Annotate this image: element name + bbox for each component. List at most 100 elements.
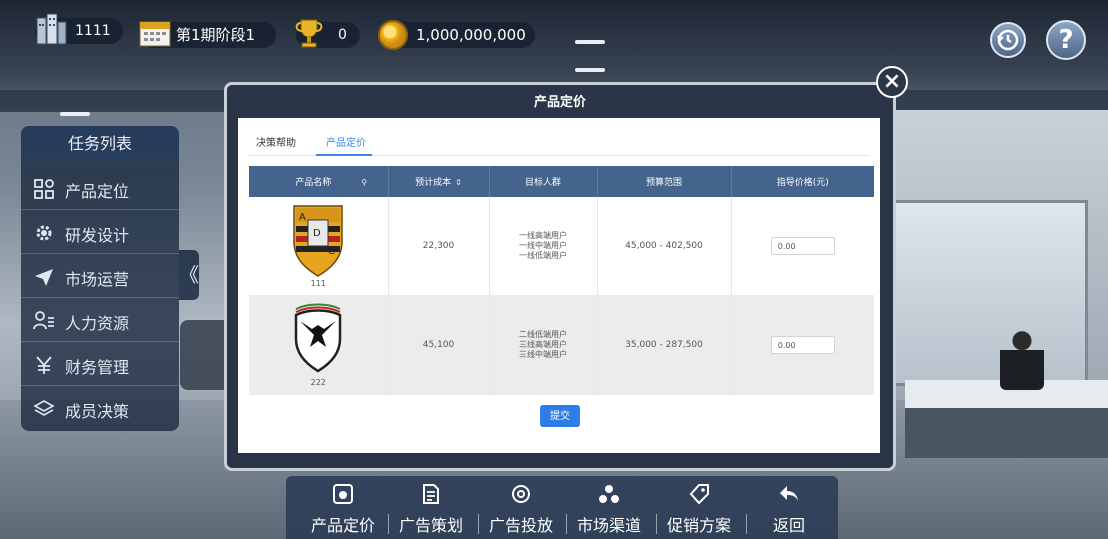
help-button[interactable]: ? — [1046, 20, 1086, 60]
price-cell — [731, 295, 874, 395]
tab-product-pricing[interactable]: 产品定价 — [326, 134, 366, 149]
svg-text:C: C — [328, 246, 335, 257]
guide-price-input[interactable] — [770, 336, 835, 354]
sidebar-item-label: 研发设计 — [65, 226, 130, 245]
yen-icon — [36, 356, 52, 374]
desk-base — [905, 408, 1108, 458]
toolbar-label: 促销方案 — [666, 516, 731, 535]
paper-plane-icon — [35, 269, 53, 286]
tab-decision-help[interactable]: 决策帮助 — [256, 134, 296, 149]
money-amount: 1,000,000,000 — [416, 26, 526, 44]
history-button[interactable] — [990, 22, 1026, 58]
sidebar-item-member-decision[interactable]: 成员决策 — [21, 386, 179, 430]
sidebar-item-product-positioning[interactable]: 产品定位 — [21, 166, 179, 210]
svg-text:D: D — [313, 228, 321, 239]
office-worker — [1000, 330, 1044, 390]
column-header-budget: 预算范围 — [597, 166, 732, 197]
sidebar-item-label: 财务管理 — [65, 358, 130, 377]
close-icon: × — [882, 69, 902, 94]
column-header-guide-price: 指导价格(元) — [731, 166, 874, 197]
toolbar-label: 广告策划 — [398, 516, 463, 535]
sidebar-item-label: 市场运营 — [65, 270, 130, 289]
target-segment: 三线中端用户 — [519, 350, 567, 359]
company-badge: 1111 — [35, 13, 123, 45]
toolbar-label: 产品定价 — [310, 516, 375, 535]
close-button[interactable]: × — [876, 66, 908, 98]
search-icon[interactable]: ⚲ — [361, 178, 367, 187]
cost-cell: 45,100 — [388, 295, 490, 395]
crest-logo-icon: A D C — [293, 205, 343, 277]
product-name: 222 — [310, 378, 326, 387]
dialog-title: 产品定价 — [533, 95, 586, 110]
help-icon: ? — [1058, 25, 1074, 55]
period-badge: 第1期阶段1 — [139, 21, 276, 48]
back-arrow-icon — [780, 486, 798, 501]
submit-button[interactable]: 提交 — [540, 405, 580, 427]
guide-price-input[interactable] — [770, 237, 835, 255]
sidebar-item-finance[interactable]: 财务管理 — [21, 342, 179, 386]
ceiling-light — [60, 112, 90, 116]
history-icon — [997, 29, 1019, 51]
channels-icon — [599, 485, 619, 503]
person-list-icon — [33, 311, 54, 330]
eagle-shield-icon — [295, 303, 342, 373]
calendar-icon — [139, 21, 171, 47]
target-segment: 一线高端用户 — [519, 231, 567, 240]
price-tag-icon — [333, 484, 353, 504]
sort-icon[interactable]: ⇕ — [455, 178, 462, 187]
column-header-product-name[interactable]: 产品名称 ⚲ — [249, 166, 389, 197]
product-cell: A D C 111 — [249, 197, 389, 295]
trophy-count: 0 — [338, 27, 347, 43]
coin-icon — [378, 20, 408, 50]
gear-icon — [36, 225, 52, 241]
column-header-target: 目标人群 — [489, 166, 598, 197]
sidebar-title: 任务列表 — [21, 126, 179, 162]
budget-cell: 45,000 - 402,500 — [597, 197, 732, 295]
column-header-cost[interactable]: 预计成本 ⇕ — [388, 166, 490, 197]
toolbar-label: 返回 — [772, 516, 805, 535]
document-icon — [423, 484, 439, 504]
toolbar-promotion[interactable]: 促销方案 — [654, 476, 744, 539]
target-icon — [512, 485, 530, 503]
toolbar-back[interactable]: 返回 — [744, 476, 834, 539]
toolbar-market-channel[interactable]: 市场渠道 — [564, 476, 654, 539]
toolbar-ad-placement[interactable]: 广告投放 — [476, 476, 566, 539]
toolbar-label: 广告投放 — [488, 516, 553, 535]
toolbar-ad-planning[interactable]: 广告策划 — [386, 476, 476, 539]
task-sidebar: 任务列表 产品定位 研发设计 市场运营 人力资源 财务管理 成员决策 — [21, 126, 179, 431]
company-name: 1111 — [75, 23, 111, 39]
period-label: 第1期阶段1 — [176, 26, 256, 44]
toolbar-product-pricing[interactable]: 产品定价 — [298, 476, 388, 539]
svg-text:A: A — [299, 212, 306, 223]
sidebar-collapse-button[interactable]: 《 — [179, 250, 199, 300]
sidebar-item-marketing[interactable]: 市场运营 — [21, 254, 179, 298]
table-header-row: 产品名称 ⚲ 预计成本 ⇕ 目标人群 预算范围 指导价格(元) — [249, 166, 874, 197]
ceiling-light — [575, 40, 605, 44]
buildings-icon — [36, 13, 67, 45]
target-segment: 一线低端用户 — [519, 251, 567, 260]
price-cell — [731, 197, 874, 295]
cost-cell: 22,300 — [388, 197, 490, 295]
sidebar-item-rd-design[interactable]: 研发设计 — [21, 210, 179, 254]
sidebar-item-hr[interactable]: 人力资源 — [21, 298, 179, 342]
target-cell: 二线低端用户 三线高端用户 三线中端用户 — [489, 295, 598, 395]
pricing-table: 产品名称 ⚲ 预计成本 ⇕ 目标人群 预算范围 指导价格(元) A D C 11… — [249, 166, 874, 395]
target-segment: 二线低端用户 — [519, 330, 567, 339]
product-logo: A D C 111 — [288, 202, 348, 290]
ceiling-light — [575, 68, 605, 72]
promo-tag-icon — [689, 484, 709, 505]
trophy-icon — [295, 19, 323, 48]
office-window — [882, 200, 1088, 386]
table-row: 222 45,100 二线低端用户 三线高端用户 三线中端用户 35,000 -… — [249, 295, 874, 395]
sidebar-item-label: 人力资源 — [65, 314, 130, 333]
target-segment: 一线中端用户 — [519, 241, 567, 250]
product-name: 111 — [310, 279, 326, 288]
sidebar-item-label: 成员决策 — [65, 402, 130, 421]
toolbar-label: 市场渠道 — [576, 516, 641, 535]
trophy-badge: 0 — [295, 19, 360, 48]
money-badge: 1,000,000,000 — [378, 20, 535, 50]
budget-cell: 35,000 - 287,500 — [597, 295, 732, 395]
table-row: A D C 111 22,300 一线高端用户 一线中端用户 一线低端用户 45… — [249, 197, 874, 295]
layers-icon — [33, 400, 55, 416]
target-cell: 一线高端用户 一线中端用户 一线低端用户 — [489, 197, 598, 295]
